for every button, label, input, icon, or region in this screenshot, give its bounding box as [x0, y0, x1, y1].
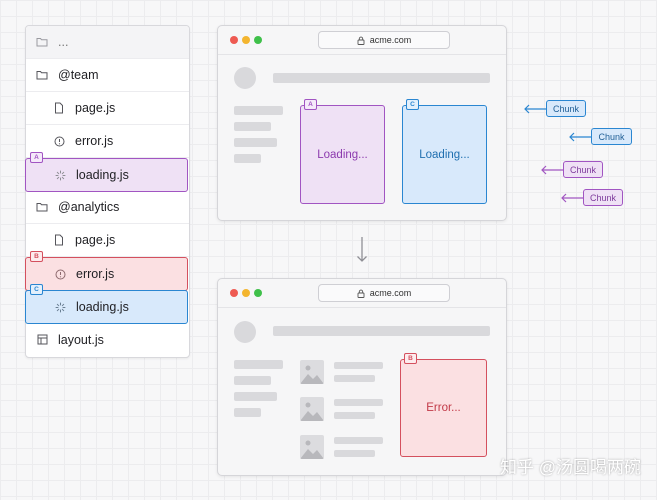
panel-text: Loading...	[419, 148, 470, 161]
file-tree: ... @team page.js error.js @analytics pa…	[25, 25, 190, 358]
lock-icon	[357, 289, 365, 298]
tree-row-layout[interactable]: layout.js	[26, 323, 189, 356]
chunk-label-blue: Chunk	[591, 128, 632, 145]
alert-circle-icon	[52, 269, 68, 280]
badge-c: C	[406, 99, 419, 110]
down-arrow-icon	[357, 237, 367, 262]
nav-skeleton	[234, 392, 277, 401]
header-skeleton	[273, 326, 490, 336]
nav-skeleton	[234, 106, 283, 115]
text-skeleton	[334, 437, 383, 444]
close-dot[interactable]	[230, 36, 238, 44]
analytics-loading-panel: Loading...	[402, 105, 487, 204]
badge-b: B	[30, 251, 43, 262]
address-bar[interactable]: acme.com	[318, 31, 450, 49]
badge-a: A	[30, 152, 43, 163]
file-icon	[51, 102, 67, 114]
tree-row-label: ...	[58, 35, 69, 49]
alert-circle-icon	[51, 136, 67, 147]
arrow-left-icon	[569, 132, 591, 142]
window-titlebar: acme.com	[218, 279, 506, 308]
tree-row-label: error.js	[76, 267, 115, 281]
nav-skeleton	[234, 408, 261, 417]
maximize-dot[interactable]	[254, 36, 262, 44]
lock-icon	[357, 36, 365, 45]
tree-row-label: page.js	[75, 233, 116, 247]
text-skeleton	[334, 450, 375, 457]
url-text: acme.com	[369, 288, 412, 298]
address-bar[interactable]: acme.com	[318, 284, 450, 302]
folder-icon	[34, 37, 50, 47]
badge-a: A	[304, 99, 317, 110]
chunk-label-purple: Chunk	[583, 189, 623, 206]
image-placeholder-icon	[300, 435, 324, 459]
window-titlebar: acme.com	[218, 26, 506, 55]
browser-window-loading: acme.com Loading... Loading...	[217, 25, 507, 221]
watermark: 知乎 @汤圆喝两碗	[500, 458, 641, 477]
arrow-left-icon	[541, 165, 563, 175]
tree-row-label: @team	[58, 68, 99, 82]
tree-row-label: page.js	[75, 101, 116, 115]
text-skeleton	[334, 362, 383, 369]
nav-skeleton	[234, 154, 261, 163]
tree-row-analytics-page[interactable]: page.js	[26, 224, 189, 257]
url-text: acme.com	[369, 35, 412, 45]
nav-skeleton	[234, 360, 283, 369]
text-skeleton	[334, 412, 375, 419]
folder-icon	[34, 70, 50, 80]
tree-row-team-error[interactable]: error.js	[26, 125, 189, 158]
minimize-dot[interactable]	[242, 289, 250, 297]
arrow-left-icon	[524, 104, 546, 114]
tree-row-label: layout.js	[58, 332, 104, 347]
badge-c: C	[30, 284, 43, 295]
tree-row-team-loading[interactable]: loading.js	[25, 158, 188, 192]
chunk-label-blue: Chunk	[546, 100, 586, 117]
text-skeleton	[334, 399, 383, 406]
tree-row-analytics-loading[interactable]: loading.js	[25, 290, 188, 324]
panel-text: Loading...	[317, 148, 368, 161]
spinner-icon	[52, 302, 68, 313]
tree-row-label: error.js	[75, 134, 114, 148]
text-skeleton	[334, 375, 375, 382]
tree-row-analytics-error[interactable]: error.js	[25, 257, 188, 291]
avatar-placeholder	[234, 321, 256, 343]
tree-row-analytics[interactable]: @analytics	[26, 191, 189, 224]
close-dot[interactable]	[230, 289, 238, 297]
folder-icon	[34, 202, 50, 212]
spinner-icon	[52, 170, 68, 181]
nav-skeleton	[234, 138, 277, 147]
tree-row-ellipsis[interactable]: ...	[26, 26, 189, 59]
tree-row-label: loading.js	[76, 168, 129, 182]
minimize-dot[interactable]	[242, 36, 250, 44]
nav-skeleton	[234, 122, 271, 131]
tree-row-team-page[interactable]: page.js	[26, 92, 189, 125]
tree-row-label: @analytics	[58, 200, 120, 214]
file-icon	[51, 234, 67, 246]
panel-text: Error...	[426, 402, 461, 414]
nav-skeleton	[234, 376, 271, 385]
tree-row-team[interactable]: @team	[26, 59, 189, 92]
avatar-placeholder	[234, 67, 256, 89]
analytics-error-panel: Error...	[400, 359, 487, 457]
team-loading-panel: Loading...	[300, 105, 385, 204]
tree-row-label: loading.js	[76, 300, 129, 314]
badge-b: B	[404, 353, 417, 364]
browser-window-error: acme.com Error...	[217, 278, 507, 476]
image-placeholder-icon	[300, 360, 324, 384]
image-placeholder-icon	[300, 397, 324, 421]
header-skeleton	[273, 73, 490, 83]
maximize-dot[interactable]	[254, 289, 262, 297]
chunk-label-purple: Chunk	[563, 161, 603, 178]
layout-icon	[34, 334, 50, 345]
arrow-left-icon	[561, 193, 583, 203]
